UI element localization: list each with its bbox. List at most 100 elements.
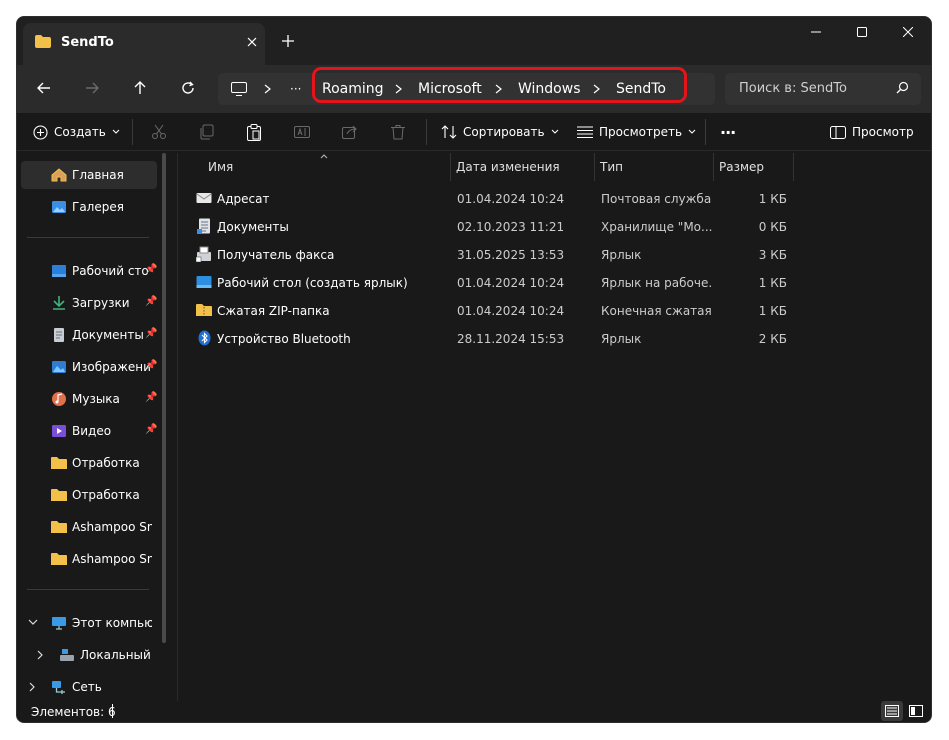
preview-pane-button[interactable]: Просмотр bbox=[830, 116, 914, 148]
column-divider[interactable] bbox=[594, 153, 595, 181]
search-box[interactable]: Поиск в: SendTo bbox=[725, 73, 921, 105]
pin-icon[interactable]: 📌 bbox=[145, 296, 157, 307]
view-label: Просмотреть bbox=[599, 125, 683, 139]
column-header-name[interactable]: Имя bbox=[208, 153, 233, 181]
paste-button[interactable] bbox=[246, 116, 262, 148]
forward-button[interactable] bbox=[74, 71, 110, 105]
file-type: Ярлык bbox=[601, 248, 642, 262]
file-type: Ярлык на рабоче... bbox=[601, 276, 713, 290]
more-options-button[interactable]: ··· bbox=[720, 116, 736, 148]
pin-icon[interactable]: 📌 bbox=[145, 360, 157, 371]
sidebar-item-network[interactable]: Сеть bbox=[21, 673, 157, 701]
sidebar-item-label: Рабочий сто bbox=[72, 264, 149, 278]
pin-icon[interactable]: 📌 bbox=[145, 264, 157, 275]
sidebar-item-label: Ashampoo Snap bbox=[72, 552, 152, 566]
sidebar-item-folder[interactable]: Ashampoo Snap bbox=[21, 545, 157, 573]
details-view-button[interactable] bbox=[881, 701, 903, 721]
chevron-down-icon[interactable] bbox=[28, 619, 38, 626]
column-divider[interactable] bbox=[713, 153, 714, 181]
sidebar-item-label: Музыка bbox=[72, 392, 120, 406]
toolbar-divider bbox=[132, 119, 133, 145]
file-type: Ярлык bbox=[601, 332, 642, 346]
chevron-right-icon[interactable] bbox=[29, 682, 36, 692]
tiles-view-button[interactable] bbox=[905, 701, 927, 721]
close-tab-button[interactable] bbox=[239, 31, 265, 53]
title-bar: SendTo bbox=[17, 17, 931, 65]
create-button[interactable]: Создать bbox=[33, 116, 120, 148]
file-size: 0 КБ bbox=[758, 220, 787, 234]
bluetooth-icon bbox=[198, 330, 211, 346]
sidebar-item-folder[interactable]: Отработка bbox=[21, 449, 157, 477]
sidebar-item-label: Галерея bbox=[72, 200, 124, 214]
column-divider[interactable] bbox=[793, 153, 794, 181]
new-tab-button[interactable] bbox=[275, 29, 301, 53]
pin-icon[interactable]: 📌 bbox=[145, 328, 157, 339]
sidebar-item-documents[interactable]: Документы 📌 bbox=[21, 321, 157, 349]
sidebar-item-local-disk[interactable]: Локальный ди bbox=[21, 641, 157, 669]
sidebar-item-home[interactable]: Главная bbox=[21, 161, 157, 189]
sidebar-item-folder[interactable]: Ashampoo Snap bbox=[21, 513, 157, 541]
sidebar-item-downloads[interactable]: Загрузки 📌 bbox=[21, 289, 157, 317]
gallery-icon bbox=[52, 201, 66, 213]
sidebar-item-label: Отработка bbox=[72, 456, 140, 470]
table-row[interactable]: Сжатая ZIP-папка 01.04.2024 10:24 Конечн… bbox=[192, 297, 792, 325]
toolbar-divider bbox=[426, 119, 427, 145]
zip-folder-icon bbox=[196, 304, 212, 316]
back-button[interactable] bbox=[26, 71, 62, 105]
sidebar-scrollbar[interactable] bbox=[162, 153, 166, 643]
sidebar-item-folder[interactable]: Отработка bbox=[21, 481, 157, 509]
create-label: Создать bbox=[54, 125, 106, 139]
details-view-icon bbox=[885, 705, 899, 717]
table-row[interactable]: Получатель факса 31.05.2025 13:53 Ярлык … bbox=[192, 241, 792, 269]
close-icon bbox=[903, 27, 913, 37]
search-icon bbox=[896, 81, 909, 94]
delete-button[interactable] bbox=[390, 116, 406, 148]
table-row[interactable]: Рабочий стол (создать ярлык) 01.04.2024 … bbox=[192, 269, 792, 297]
mail-recipient-icon bbox=[196, 193, 212, 203]
pin-icon[interactable]: 📌 bbox=[145, 392, 157, 403]
copy-button[interactable] bbox=[199, 116, 215, 148]
download-icon bbox=[53, 296, 65, 310]
column-header-type[interactable]: Тип bbox=[600, 153, 623, 181]
file-size: 1 КБ bbox=[758, 276, 787, 290]
up-button[interactable] bbox=[122, 71, 158, 105]
pin-icon[interactable]: 📌 bbox=[145, 424, 157, 435]
sort-ascending-icon bbox=[320, 154, 328, 159]
table-row[interactable]: Адресат 01.04.2024 10:24 Почтовая служба… bbox=[192, 185, 792, 213]
sidebar-item-gallery[interactable]: Галерея bbox=[21, 193, 157, 221]
table-row[interactable]: Документы 02.10.2023 11:21 Хранилище "Мо… bbox=[192, 213, 792, 241]
document-icon bbox=[197, 218, 210, 234]
tab-sendto[interactable]: SendTo bbox=[23, 23, 265, 65]
cut-button[interactable] bbox=[151, 116, 167, 148]
sidebar-item-label: Отработка bbox=[72, 488, 140, 502]
sort-button[interactable]: Сортировать bbox=[441, 116, 559, 148]
file-list: Имя Дата изменения Тип Размер Адресат 01… bbox=[177, 153, 931, 701]
address-highlight-annotation bbox=[312, 67, 687, 103]
address-overflow-button[interactable]: ··· bbox=[290, 73, 301, 105]
view-button[interactable]: Просмотреть bbox=[577, 116, 696, 148]
maximize-button[interactable] bbox=[839, 17, 885, 47]
sidebar-item-music[interactable]: Музыка 📌 bbox=[21, 385, 157, 413]
sidebar-item-pictures[interactable]: Изображени 📌 bbox=[21, 353, 157, 381]
arrow-right-icon bbox=[86, 82, 99, 94]
close-window-button[interactable] bbox=[885, 17, 931, 47]
network-icon bbox=[52, 681, 65, 694]
table-row[interactable]: Устройство Bluetooth 28.11.2024 15:53 Яр… bbox=[192, 325, 792, 353]
file-type: Хранилище "Мо... bbox=[601, 220, 713, 234]
sidebar-item-desktop[interactable]: Рабочий сто 📌 bbox=[21, 257, 157, 285]
sidebar-item-this-pc[interactable]: Этот компьюте bbox=[21, 609, 157, 637]
chevron-right-icon[interactable] bbox=[37, 650, 44, 660]
sidebar-item-label: Документы bbox=[72, 328, 144, 342]
column-divider[interactable] bbox=[450, 153, 451, 181]
sidebar-item-video[interactable]: Видео 📌 bbox=[21, 417, 157, 445]
column-header-date[interactable]: Дата изменения bbox=[456, 153, 560, 181]
computer-icon bbox=[52, 617, 66, 630]
refresh-button[interactable] bbox=[170, 71, 206, 105]
close-icon bbox=[247, 37, 257, 47]
column-header-size[interactable]: Размер bbox=[719, 153, 764, 181]
chevron-down-icon bbox=[688, 129, 696, 134]
rename-button[interactable] bbox=[294, 116, 310, 148]
sort-icon bbox=[441, 125, 457, 139]
minimize-button[interactable] bbox=[793, 17, 839, 47]
share-button[interactable] bbox=[342, 116, 358, 148]
